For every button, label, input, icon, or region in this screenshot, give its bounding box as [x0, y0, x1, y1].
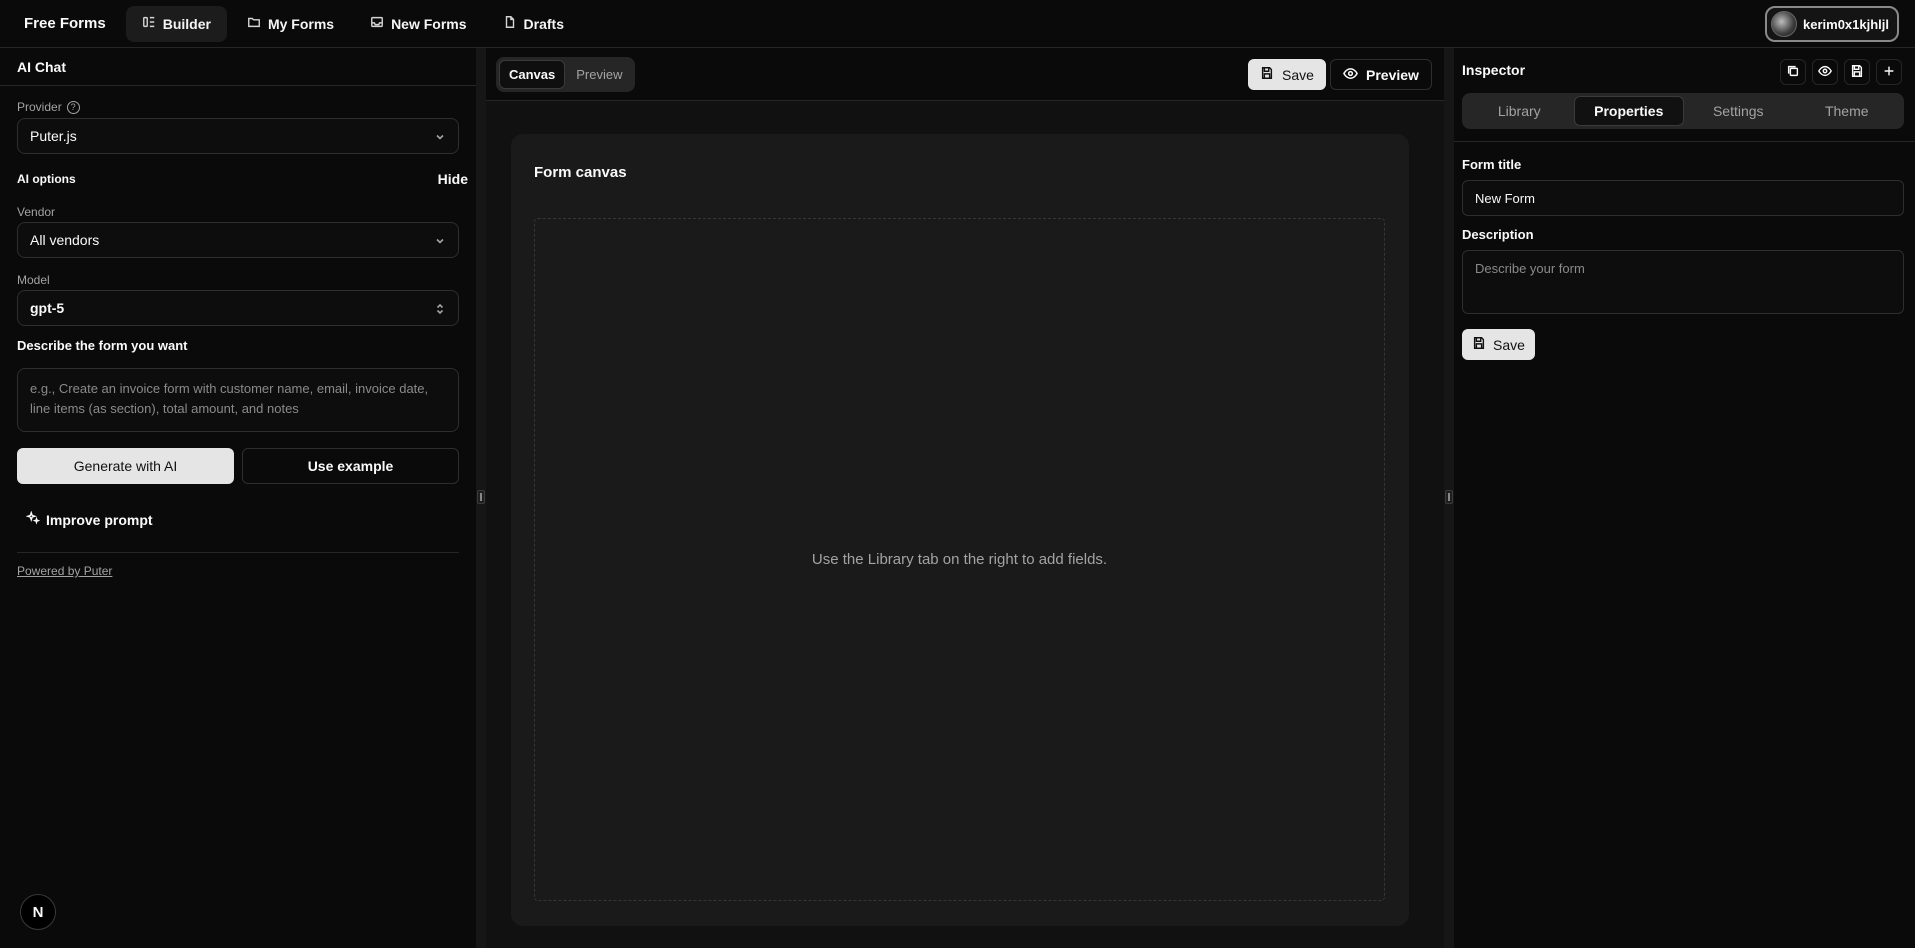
canvas-title: Form canvas: [534, 164, 627, 181]
next-badge[interactable]: N: [20, 894, 56, 930]
model-select[interactable]: gpt-5: [17, 290, 459, 326]
canvas-area: Canvas Preview Save Preview Form canvas …: [486, 48, 1444, 948]
preview-icon-button[interactable]: [1812, 59, 1838, 85]
nav-drafts-label: Drafts: [523, 15, 564, 32]
inspector-tabs: Library Properties Settings Theme: [1462, 93, 1904, 129]
improve-prompt-label: Improve prompt: [46, 511, 153, 528]
left-resize-handle[interactable]: [476, 48, 486, 948]
nav-new-forms[interactable]: New Forms: [354, 6, 482, 42]
user-name: kerim0x1kjhljl: [1803, 16, 1889, 32]
view-toggle: Canvas Preview: [496, 57, 635, 92]
describe-label: Describe the form you want: [17, 338, 188, 353]
brand-logo[interactable]: Free Forms: [24, 15, 106, 32]
right-resize-handle[interactable]: [1444, 48, 1454, 948]
provider-select[interactable]: Puter.js: [17, 118, 459, 154]
sparkles-icon: [25, 510, 41, 528]
inspector-save-label: Save: [1493, 336, 1525, 353]
nav-new-forms-label: New Forms: [391, 15, 467, 32]
provider-value: Puter.js: [30, 128, 77, 144]
nav-my-forms-label: My Forms: [267, 15, 335, 32]
nav-drafts[interactable]: Drafts: [487, 6, 580, 42]
tab-preview[interactable]: Preview: [567, 60, 631, 89]
save-icon: [1472, 336, 1486, 353]
generate-with-ai-button[interactable]: Generate with AI: [17, 448, 234, 484]
description-label: Description: [1462, 227, 1534, 242]
nav-builder[interactable]: Builder: [125, 5, 227, 42]
nav-my-forms[interactable]: My Forms: [231, 6, 350, 42]
field-dropzone[interactable]: Use the Library tab on the right to add …: [534, 218, 1385, 901]
chevron-down-icon: [434, 234, 446, 246]
save-icon-button[interactable]: [1844, 59, 1870, 85]
user-menu-button[interactable]: kerim0x1kjhljl: [1765, 6, 1899, 42]
save-icon: [1260, 66, 1274, 83]
add-button[interactable]: [1876, 59, 1902, 85]
duplicate-button[interactable]: [1780, 59, 1806, 85]
ai-chat-title: AI Chat: [0, 48, 476, 86]
save-button[interactable]: Save: [1248, 59, 1326, 90]
tab-settings[interactable]: Settings: [1684, 96, 1793, 126]
description-textarea[interactable]: Describe your form: [1462, 250, 1904, 314]
vendor-select[interactable]: All vendors: [17, 222, 459, 258]
ai-chat-panel: AI Chat Provider ? Puter.js AI options H…: [0, 48, 476, 948]
empty-state-text: Use the Library tab on the right to add …: [811, 551, 1108, 568]
builder-icon: [142, 15, 156, 32]
save-icon: [1850, 64, 1864, 81]
file-icon: [503, 15, 517, 32]
tab-library[interactable]: Library: [1465, 96, 1574, 126]
avatar: [1771, 11, 1797, 37]
grip-icon: [477, 490, 485, 504]
model-label: Model: [17, 273, 50, 287]
folder-icon: [247, 15, 261, 32]
describe-textarea[interactable]: e.g., Create an invoice form with custom…: [17, 368, 459, 432]
help-icon[interactable]: ?: [66, 100, 80, 114]
tab-properties[interactable]: Properties: [1573, 96, 1684, 126]
copy-icon: [1786, 64, 1800, 81]
provider-label-text: Provider: [17, 100, 62, 114]
grip-icon: [1445, 490, 1453, 504]
preview-label: Preview: [1366, 66, 1419, 83]
improve-prompt-button[interactable]: Improve prompt: [25, 510, 153, 528]
inspector-save-button[interactable]: Save: [1462, 329, 1535, 360]
nav-builder-label: Builder: [162, 15, 211, 32]
form-title-input[interactable]: New Form: [1462, 180, 1904, 216]
inbox-icon: [370, 15, 384, 32]
chevron-updown-icon: [434, 302, 446, 315]
plus-icon: [1882, 64, 1896, 81]
powered-by-link[interactable]: Powered by Puter: [17, 564, 112, 578]
canvas-toolbar: Canvas Preview Save Preview: [486, 48, 1444, 101]
save-label: Save: [1282, 66, 1314, 83]
eye-icon: [1343, 66, 1358, 84]
inspector-panel: Inspector Library Properties Settings Th…: [1454, 48, 1915, 948]
provider-label: Provider ?: [17, 100, 80, 114]
vendor-label: Vendor: [17, 205, 56, 219]
top-nav: Free Forms Builder My Forms New Forms Dr…: [0, 0, 1915, 48]
chevron-down-icon: [434, 130, 446, 142]
inspector-title: Inspector: [1462, 62, 1526, 78]
vendor-value: All vendors: [30, 232, 100, 248]
use-example-button[interactable]: Use example: [242, 448, 459, 484]
form-title-label: Form title: [1462, 157, 1522, 172]
tab-canvas[interactable]: Canvas: [499, 60, 566, 89]
eye-icon: [1818, 64, 1832, 81]
model-value: gpt-5: [30, 300, 65, 316]
divider: [1454, 141, 1915, 142]
divider: [17, 552, 459, 553]
ai-options-label: AI options: [17, 172, 76, 186]
form-canvas-card: Form canvas Use the Library tab on the r…: [511, 134, 1409, 926]
tab-theme[interactable]: Theme: [1793, 96, 1902, 126]
hide-options-button[interactable]: Hide: [438, 171, 468, 187]
preview-button[interactable]: Preview: [1330, 59, 1432, 90]
